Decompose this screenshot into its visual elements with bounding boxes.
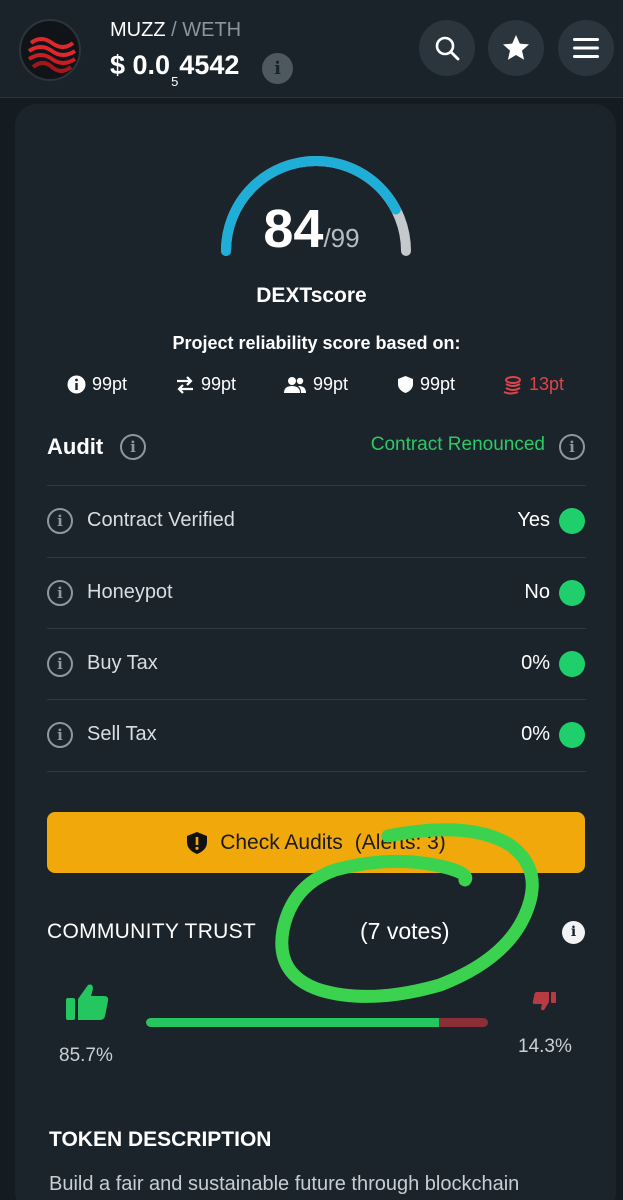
buy-tax-info-icon[interactable]: i <box>47 651 73 677</box>
security-points-label: 99pt <box>420 374 456 394</box>
divider <box>47 485 586 486</box>
quote-token: WETH <box>182 19 242 41</box>
thumbs-up-icon <box>66 984 109 1020</box>
divider <box>47 557 586 558</box>
score-max: /99 <box>323 223 360 253</box>
sell-tax-status-dot <box>559 722 585 748</box>
shield-alert-icon <box>187 831 208 854</box>
divider <box>47 628 586 629</box>
info-points-label: 99pt <box>92 374 128 394</box>
contract-verified-info-icon[interactable]: i <box>47 508 73 534</box>
sell-tax-info-icon[interactable]: i <box>47 722 73 748</box>
token-description-text: Build a fair and sustainable future thro… <box>49 1173 520 1195</box>
audit-info-icon[interactable]: i <box>120 434 146 460</box>
honeypot-label: Honeypot <box>87 581 173 603</box>
menu-button[interactable] <box>558 20 614 76</box>
contract-verified-label: Contract Verified <box>87 509 235 531</box>
renounced-info-icon[interactable]: i <box>559 434 585 460</box>
swap-icon <box>177 375 193 394</box>
positive-vote-percent: 85.7% <box>59 1045 113 1066</box>
info-points: 99pt <box>67 374 127 395</box>
coins-icon <box>503 375 521 394</box>
contract-verified-status-dot <box>559 508 585 534</box>
votes-count: (7 votes) <box>360 918 450 944</box>
swap-points: 99pt <box>175 374 236 395</box>
base-token: MUZZ <box>110 19 166 41</box>
pair-separator: / <box>171 19 177 41</box>
price-zero-count: 5 <box>171 74 179 89</box>
favorite-button[interactable] <box>488 20 544 76</box>
sell-tax-value: 0% <box>521 723 550 745</box>
swap-points-label: 99pt <box>201 374 237 394</box>
top-bar: MUZZ / WETH $ 0.0 5 4542 i <box>0 0 623 98</box>
menu-icon <box>573 38 599 58</box>
tokenomics-points: 13pt <box>503 374 564 395</box>
thumbs-up-button[interactable] <box>64 982 110 1027</box>
token-pair: MUZZ / WETH <box>110 19 241 42</box>
score-value: 84/99 <box>0 198 623 260</box>
search-button[interactable] <box>419 20 475 76</box>
buy-tax-status-dot <box>559 651 585 677</box>
honeypot-info-icon[interactable]: i <box>47 580 73 606</box>
audit-title: Audit <box>47 434 104 459</box>
score-number: 84 <box>263 199 324 259</box>
check-audits-button[interactable]: Check Audits (Alerts: 3) <box>47 812 585 873</box>
price-info-icon[interactable]: i <box>262 53 293 84</box>
trust-ratio-positive-fill <box>146 1018 440 1027</box>
contract-renounced-status: Contract Renounced <box>370 434 545 455</box>
community-trust-info-icon[interactable]: i <box>562 921 585 944</box>
negative-vote-percent: 14.3% <box>518 1036 572 1057</box>
holders-points: 99pt <box>283 374 348 395</box>
score-label: DEXTscore <box>256 284 367 307</box>
honeypot-status-dot <box>559 580 585 606</box>
score-basis-text: Project reliability score based on: <box>172 333 461 353</box>
buy-tax-label: Buy Tax <box>87 652 158 674</box>
divider <box>47 771 586 772</box>
thumbs-down-icon <box>532 992 556 1011</box>
shield-icon <box>398 376 413 393</box>
search-icon <box>435 36 460 61</box>
price-prefix: $ 0.0 <box>110 50 171 80</box>
info-icon <box>67 375 86 394</box>
tokenomics-points-label: 13pt <box>529 374 565 394</box>
holders-points-label: 99pt <box>313 374 349 394</box>
contract-verified-value: Yes <box>517 509 550 531</box>
security-points: 99pt <box>397 374 455 395</box>
honeypot-value: No <box>524 581 550 603</box>
community-trust-title: COMMUNITY TRUST <box>47 920 257 943</box>
alerts-count: (Alerts: 3) <box>354 830 446 854</box>
thumbs-down-button[interactable] <box>532 991 556 1017</box>
token-logo <box>19 19 81 81</box>
buy-tax-value: 0% <box>521 652 550 674</box>
trust-ratio-bar <box>146 1018 488 1027</box>
divider <box>47 699 586 700</box>
users-icon <box>284 376 306 393</box>
sell-tax-label: Sell Tax <box>87 723 157 745</box>
check-audits-label: Check Audits <box>220 830 343 854</box>
price-digits: 4542 <box>179 50 240 80</box>
star-icon <box>503 35 529 60</box>
token-price: $ 0.0 5 4542 <box>110 50 240 89</box>
token-description-title: TOKEN DESCRIPTION <box>49 1128 272 1151</box>
